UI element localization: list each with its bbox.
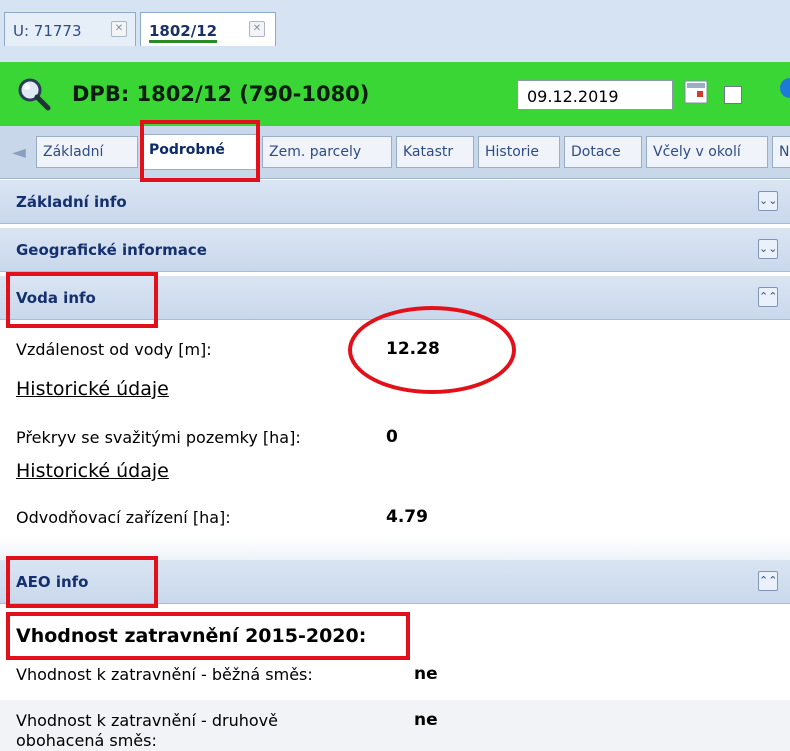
- tab-more[interactable]: N: [772, 136, 790, 168]
- tab-label: 1802/12: [149, 22, 218, 40]
- tab-u-71773[interactable]: U: 71773 ✕: [4, 12, 136, 46]
- enriched-mix-value: ne: [414, 710, 438, 730]
- history-link[interactable]: Historické údaje: [16, 378, 169, 400]
- tab-dotace[interactable]: Dotace: [564, 136, 642, 168]
- tab-katastr[interactable]: Katastr: [396, 136, 474, 168]
- section-geograficke-informace[interactable]: Geografické informace ⌄⌄: [0, 228, 790, 272]
- collapse-icon[interactable]: ⌃⌃: [758, 287, 778, 307]
- record-title: DPB: 1802/12 (790-1080): [72, 82, 370, 106]
- document-tab-bar: U: 71773 ✕ 1802/12 ✕: [0, 0, 790, 62]
- tab-label: U: 71773: [13, 22, 82, 40]
- tab-zem-parcely[interactable]: Zem. parcely: [262, 136, 392, 168]
- tab-1802-12[interactable]: 1802/12 ✕: [140, 12, 276, 46]
- tab-vcely-v-okoli[interactable]: Včely v okolí: [646, 136, 768, 168]
- drainage-value: 4.79: [386, 507, 428, 527]
- section-zakladni-info[interactable]: Základní info ⌄⌄: [0, 180, 790, 224]
- tab-zakladni[interactable]: Základní: [36, 136, 138, 168]
- collapse-icon[interactable]: ⌃⌃: [758, 571, 778, 591]
- record-header: DPB: 1802/12 (790-1080) 09.12.2019: [0, 62, 790, 126]
- arrow-left-icon[interactable]: ◄: [12, 142, 26, 163]
- annotation-box-podrobne: [140, 120, 260, 182]
- overlap-value: 0: [386, 427, 398, 447]
- close-icon[interactable]: ✕: [111, 21, 127, 37]
- section-title: Geografické informace: [16, 241, 207, 259]
- annotation-box-aeo: [6, 556, 158, 608]
- grass-mix-value: ne: [414, 664, 438, 684]
- grass-mix-label: Vhodnost k zatravnění - běžná směs:: [16, 665, 313, 684]
- detail-tab-bar: ◄ Základní Podrobné Zem. parcely Katastr…: [0, 126, 790, 179]
- date-field[interactable]: 09.12.2019: [517, 80, 673, 110]
- info-icon[interactable]: [780, 78, 790, 98]
- tab-historie[interactable]: Historie: [478, 136, 560, 168]
- section-title: Základní info: [16, 193, 127, 211]
- expand-icon[interactable]: ⌄⌄: [758, 191, 778, 211]
- annotation-ellipse-distance: [348, 306, 516, 394]
- distance-label: Vzdálenost od vody [m]:: [16, 340, 212, 359]
- search-icon[interactable]: [16, 76, 52, 112]
- calendar-icon[interactable]: [684, 80, 708, 104]
- drainage-label: Odvodňovací zařízení [ha]:: [16, 508, 231, 527]
- enriched-mix-label-2: obohacená směs:: [16, 731, 157, 750]
- overlap-label: Překryv se svažitými pozemky [ha]:: [16, 428, 301, 447]
- history-link[interactable]: Historické údaje: [16, 460, 169, 482]
- expand-icon[interactable]: ⌄⌄: [758, 239, 778, 259]
- close-icon[interactable]: ✕: [249, 21, 265, 37]
- checkbox[interactable]: [724, 86, 742, 104]
- annotation-box-voda: [6, 272, 158, 328]
- enriched-mix-label: Vhodnost k zatravnění - druhově: [16, 711, 278, 730]
- annotation-box-suitability: [6, 612, 410, 660]
